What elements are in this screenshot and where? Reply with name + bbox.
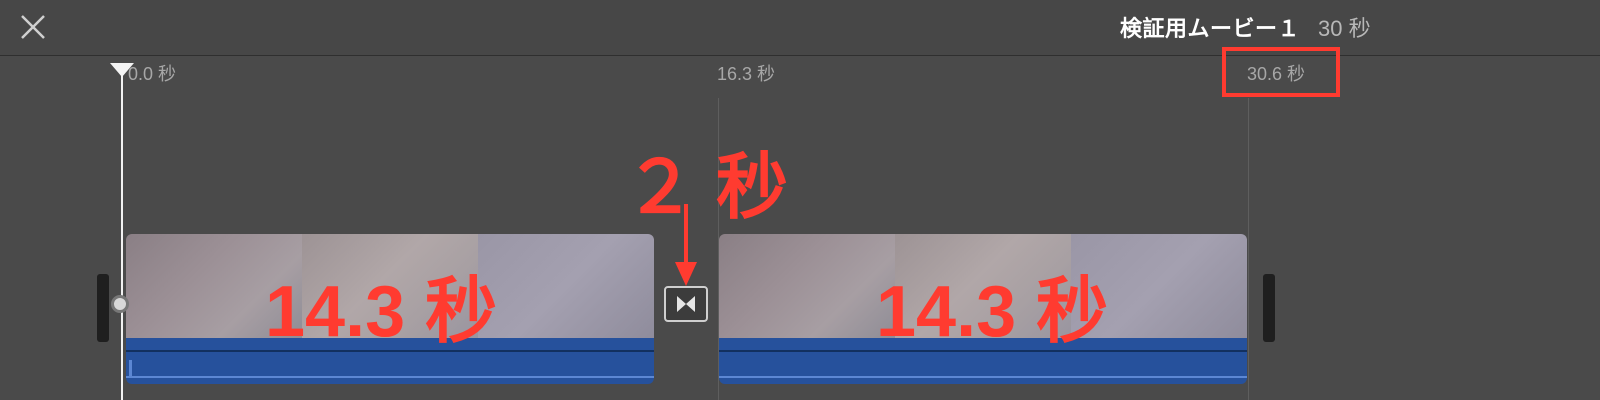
playhead-knob[interactable] [111,295,129,313]
ruler-label-start: 0.0 秒 [128,64,177,84]
timeline-right-handle[interactable] [1263,274,1275,342]
playhead-triangle-icon[interactable] [110,63,134,77]
project-duration: 30 秒 [1318,16,1371,41]
playhead-line[interactable] [121,72,123,400]
close-button[interactable] [16,10,50,44]
clip-2-duration-annotation: 14.3 秒 [876,272,1109,352]
timeline-left-handle[interactable] [97,274,109,342]
ruler-label-mid: 16.3 秒 [717,64,776,84]
clip-thumbnail [719,234,895,338]
project-title-area: 検証用ムービー１ 30 秒 [1120,11,1371,43]
transition-button[interactable] [664,286,708,322]
top-bar: 検証用ムービー１ 30 秒 [0,0,1600,56]
clip-1-duration-annotation: 14.3 秒 [265,272,498,352]
annotation-arrow-icon [675,204,697,286]
transition-bowtie-icon [677,296,695,312]
close-icon [21,15,45,39]
total-duration-highlight [1222,47,1340,97]
clip-thumbnail [478,234,654,338]
ruler-marker-line [1248,98,1249,400]
project-title: 検証用ムービー１ [1120,16,1301,41]
transition-duration-annotation: ２ 秒 [624,148,789,228]
